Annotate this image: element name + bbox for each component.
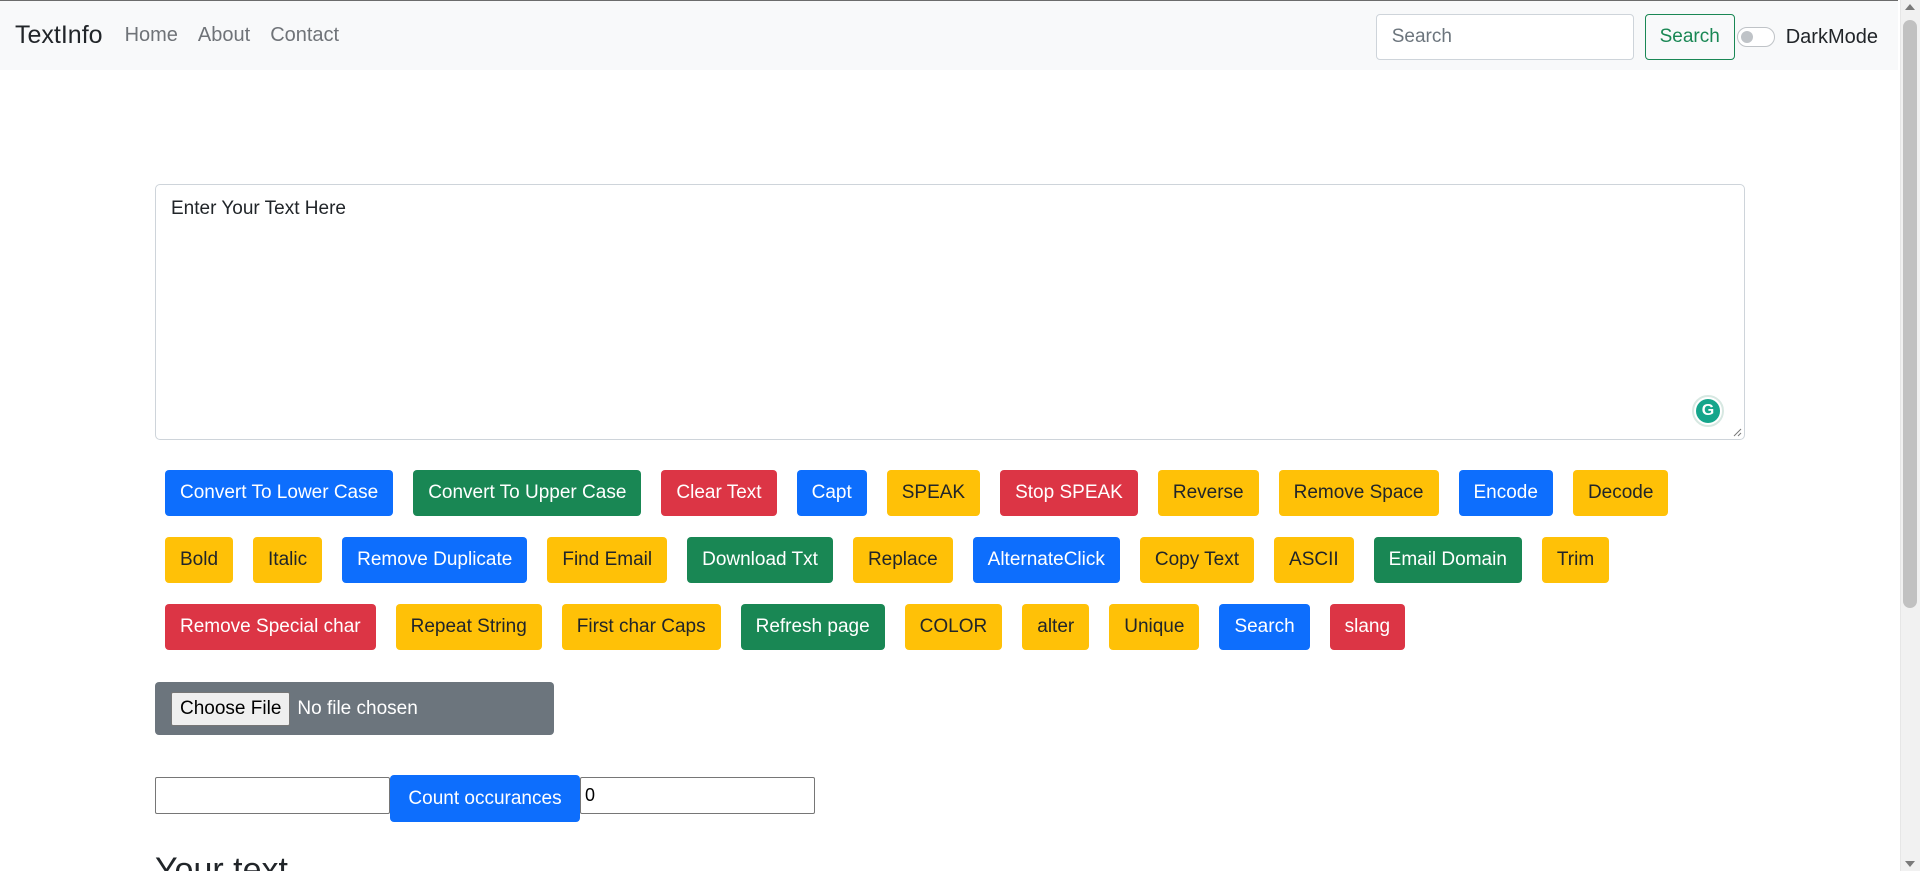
color-button[interactable]: COLOR [904, 604, 1003, 650]
choose-file-button[interactable]: Choose File [171, 691, 291, 726]
page-scrollbar[interactable] [1900, 0, 1920, 871]
scrollbar-thumb[interactable] [1903, 20, 1917, 608]
alternate-click-button[interactable]: AlternateClick [972, 537, 1120, 583]
search-button[interactable]: Search [1644, 14, 1735, 60]
text-input-area[interactable] [155, 184, 1745, 440]
darkmode-toggle[interactable] [1736, 27, 1775, 47]
darkmode-label: DarkMode [1785, 25, 1878, 48]
count-occurrences-button[interactable]: Count occurances [390, 775, 580, 822]
remove-space-button[interactable]: Remove Space [1278, 470, 1439, 516]
file-status: No file chosen [297, 697, 418, 719]
remove-special-char-button[interactable]: Remove Special char [165, 604, 376, 650]
resize-handle-icon[interactable] [1732, 427, 1742, 437]
remove-duplicate-button[interactable]: Remove Duplicate [342, 537, 528, 583]
search-text-button[interactable]: Search [1219, 604, 1310, 650]
find-email-button[interactable]: Find Email [547, 537, 668, 583]
clear-text-button[interactable]: Clear Text [661, 470, 777, 516]
search-input[interactable] [1375, 14, 1634, 60]
grammarly-g-icon: G [1696, 399, 1720, 423]
button-row-2: Bold Italic Remove Duplicate Find Email … [165, 537, 1629, 583]
trim-button[interactable]: Trim [1541, 537, 1610, 583]
encode-button[interactable]: Encode [1458, 470, 1553, 516]
grammarly-icon[interactable]: G [1692, 395, 1724, 427]
first-char-caps-button[interactable]: First char Caps [561, 604, 721, 650]
download-txt-button[interactable]: Download Txt [687, 537, 833, 583]
reverse-button[interactable]: Reverse [1157, 470, 1259, 516]
decode-button[interactable]: Decode [1572, 470, 1669, 516]
nav-link-home[interactable]: Home [125, 24, 178, 47]
file-upload[interactable]: Choose File No file chosen [155, 682, 554, 735]
stop-speak-button[interactable]: Stop SPEAK [1000, 470, 1138, 516]
convert-upper-button[interactable]: Convert To Upper Case [413, 470, 642, 516]
convert-lower-button[interactable]: Convert To Lower Case [165, 470, 394, 516]
bold-button[interactable]: Bold [165, 537, 234, 583]
nav-links: Home About Contact [125, 24, 360, 47]
your-text-heading: Your text [155, 851, 288, 871]
nav-search-form: Search DarkMode [1375, 14, 1890, 60]
count-occurrences-row: Count occurances [155, 775, 815, 822]
count-result-field[interactable] [580, 777, 815, 814]
nav-link-about[interactable]: About [198, 24, 250, 47]
button-row-3: Remove Special char Repeat String First … [165, 604, 1425, 650]
scroll-down-arrow-icon[interactable] [1905, 861, 1915, 867]
brand-logo[interactable]: TextInfo [15, 21, 103, 50]
italic-button[interactable]: Italic [253, 537, 323, 583]
refresh-page-button[interactable]: Refresh page [740, 604, 885, 650]
replace-button[interactable]: Replace [852, 537, 953, 583]
unique-button[interactable]: Unique [1109, 604, 1200, 650]
copy-text-button[interactable]: Copy Text [1139, 537, 1255, 583]
scroll-up-arrow-icon[interactable] [1905, 4, 1915, 10]
speak-button[interactable]: SPEAK [886, 470, 981, 516]
text-editor: G [155, 184, 1745, 440]
email-domain-button[interactable]: Email Domain [1373, 537, 1522, 583]
count-search-input[interactable] [155, 777, 390, 814]
ascii-button[interactable]: ASCII [1274, 537, 1354, 583]
repeat-string-button[interactable]: Repeat String [395, 604, 542, 650]
nav-link-contact[interactable]: Contact [270, 24, 339, 47]
toggle-knob [1740, 31, 1753, 43]
capt-button[interactable]: Capt [796, 470, 867, 516]
button-row-1: Convert To Lower Case Convert To Upper C… [165, 470, 1688, 516]
slang-button[interactable]: slang [1329, 604, 1406, 650]
navbar: TextInfo Home About Contact Search DarkM… [0, 0, 1898, 70]
alter-button[interactable]: alter [1022, 604, 1090, 650]
